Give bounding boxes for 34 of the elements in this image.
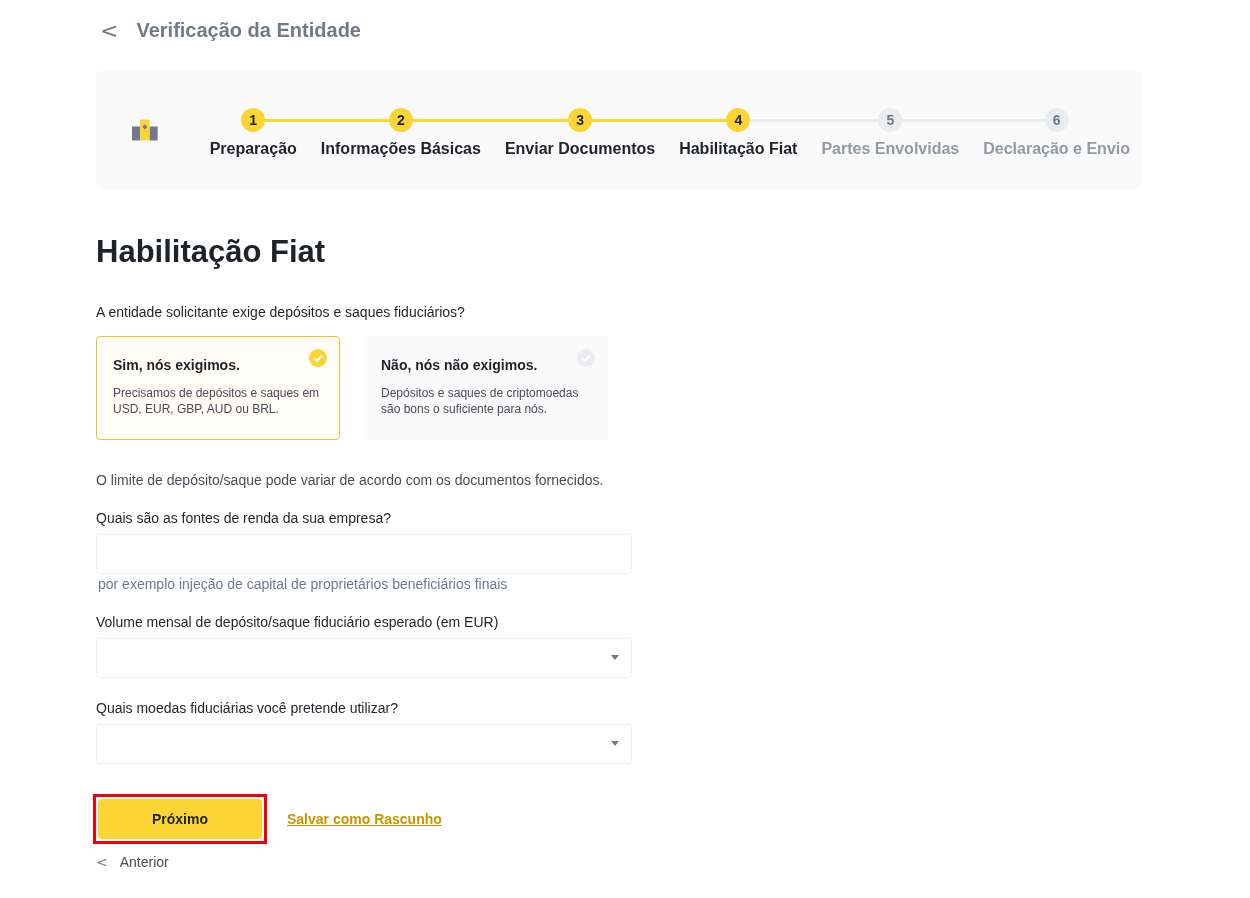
back-button[interactable]: < xyxy=(96,17,123,43)
option-description: Precisamos de depósitos e saques em USD, EUR, GBP, AUD ou BRL. xyxy=(113,385,321,417)
caret-icon xyxy=(611,655,619,661)
step-number: 1 xyxy=(241,108,266,132)
step-number: 6 xyxy=(1044,108,1069,132)
option-title: Sim, nós exigimos. xyxy=(113,357,241,373)
field-hint: por exemplo injeção de capital de proprietários beneficiários finais xyxy=(97,576,509,592)
step-label: Declaração e Envio xyxy=(982,140,1131,158)
step-label: Informações Básicas xyxy=(319,140,482,158)
step-number: 3 xyxy=(568,108,593,132)
dropdown-field[interactable] xyxy=(96,638,632,678)
option-card[interactable]: Não, nós não exigimos. Depósitos e saques de criptomoedas são bons o suficiente para nós. xyxy=(364,336,608,440)
field-label: Quais são as fontes de renda da sua empresa? xyxy=(96,510,392,526)
section-heading: Habilitação Fiat xyxy=(96,234,327,270)
step-label: Enviar Documentos xyxy=(503,140,657,158)
step-label: Partes Envolvidas xyxy=(820,140,961,158)
step-label: Habilitação Fiat xyxy=(678,140,799,158)
page-title: Verificação da Entidade xyxy=(136,18,361,42)
field-label: Quais moedas fiduciárias você pretende utilizar? xyxy=(96,700,399,716)
previous-button[interactable]: < Anterior xyxy=(96,854,169,870)
field-label: Volume mensal de depósito/saque fiduciário esperado (em EUR) xyxy=(96,614,500,630)
option-description: Depósitos e saques de criptomoedas são bons o suficiente para nós. xyxy=(381,385,580,417)
option-title: Não, nós não exigimos. xyxy=(381,357,539,373)
step-number: 5 xyxy=(878,108,903,132)
dropdown-field[interactable] xyxy=(96,724,632,764)
option-card[interactable]: Sim, nós exigimos. Precisamos de depósitos e saques em USD, EUR, GBP, AUD ou BRL. xyxy=(96,336,340,440)
caret-icon xyxy=(611,741,619,747)
check-icon xyxy=(309,349,327,367)
question-text: A entidade solicitante exige depósitos e saques fiduciários? xyxy=(96,304,466,320)
step-label: Preparação xyxy=(208,140,298,158)
step-number: 4 xyxy=(726,108,751,132)
note-text: O limite de depósito/saque pode variar de acordo com os documentos fornecidos. xyxy=(96,472,605,488)
step-number: 2 xyxy=(388,108,413,132)
next-button[interactable]: Próximo xyxy=(98,799,262,839)
